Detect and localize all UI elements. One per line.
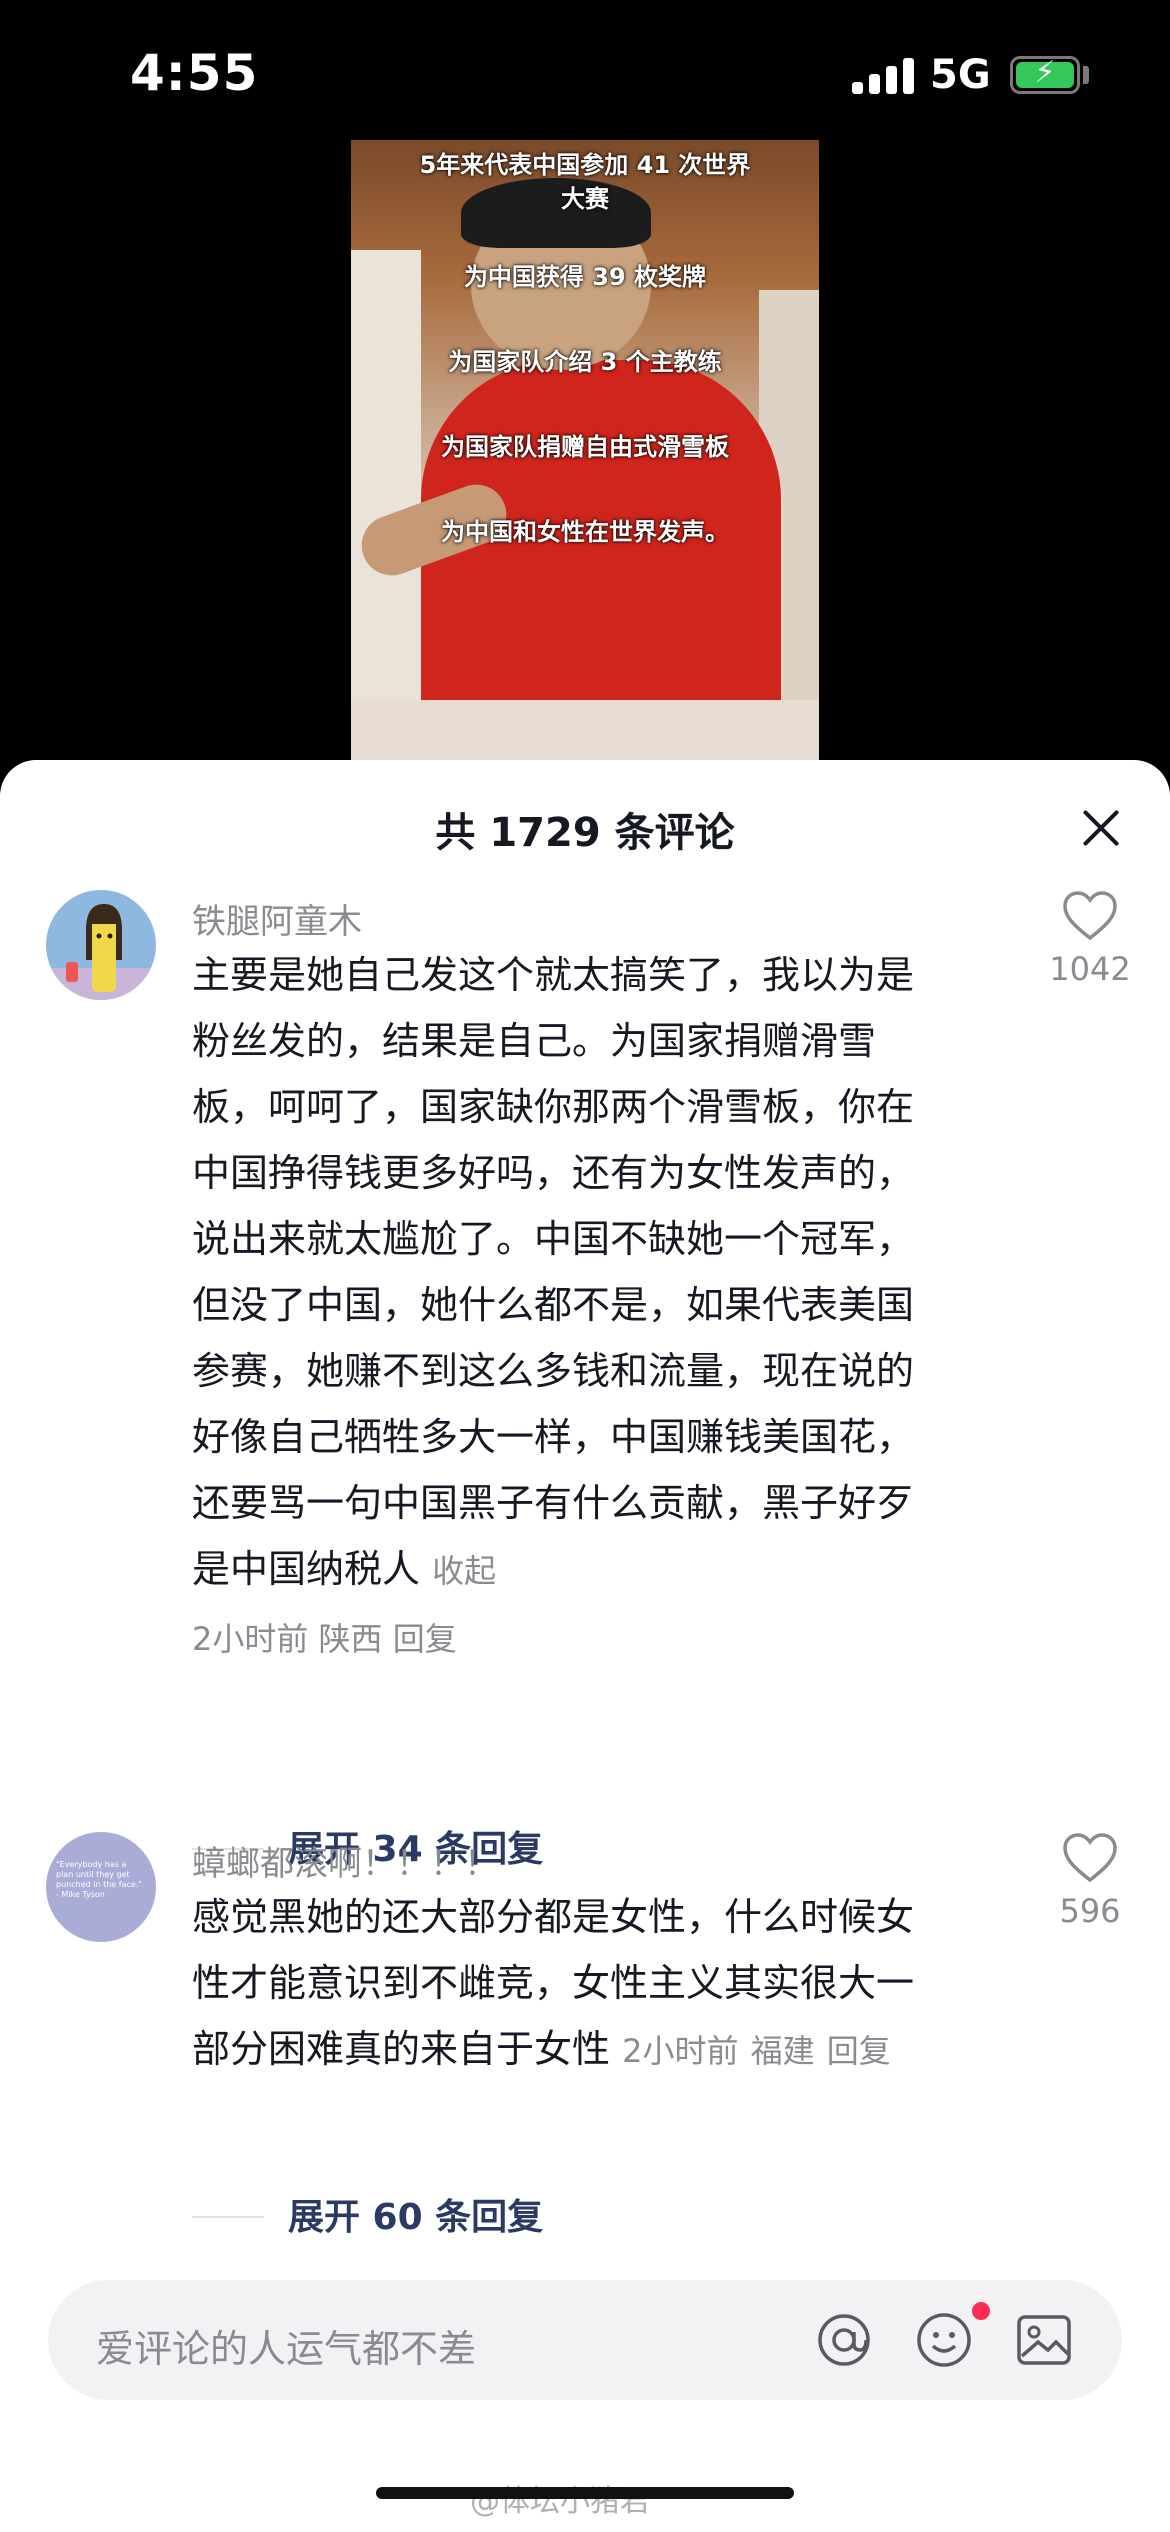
comment-line: 感觉黑她的还大部分都是女性，什么时候女 <box>192 1895 915 1939</box>
battery-icon: ⚡ <box>1010 55 1080 94</box>
collapse-button[interactable]: 收起 <box>432 1552 496 1590</box>
network-type: 5G <box>930 52 991 98</box>
comment-line-last: 是中国纳税人 收起 <box>192 1536 1012 1604</box>
comment-username[interactable]: 蟑螂都滚啊！！！！ <box>192 1836 498 1885</box>
comment-text: 感觉黑她的还大部分都是女性，什么时候女 性才能意识到不雌竞，女性主义其实很大一 … <box>192 1884 1012 2084</box>
expand-replies-button[interactable]: 展开 60 条回复 <box>288 2188 543 2240</box>
status-bar: 4:55 5G ⚡ <box>0 0 1170 140</box>
comment-line: 好像自己牺牲多大一样，中国赚钱美国花， <box>192 1415 915 1459</box>
comment-line: 是中国纳税人 <box>192 1547 421 1591</box>
divider <box>192 2216 264 2218</box>
comment-count-title: 共 1729 条评论 <box>435 810 735 856</box>
like-count: 1042 <box>1049 950 1131 988</box>
emoji-icon[interactable] <box>914 2310 974 2370</box>
video-caption: 为中国获得 39 枚奖牌 <box>463 263 707 291</box>
comment-line: 粉丝发的，结果是自己。为国家捐赠滑雪 <box>192 1019 877 1063</box>
comment-line: 还要骂一句中国黑子有什么贡献，黑子好歹 <box>192 1481 915 1525</box>
video-caption: 为国家队捐赠自由式滑雪板 <box>441 433 729 461</box>
comment-line: 说出来就太尴尬了。中国不缺她一个冠军， <box>192 1217 915 1261</box>
close-icon[interactable] <box>1072 800 1128 856</box>
video-player[interactable]: 5年来代表中国参加 41 次世界 大赛 为中国获得 39 枚奖牌 为国家队介绍 … <box>351 140 819 760</box>
video-floor <box>351 700 819 760</box>
like-count: 596 <box>1059 1892 1121 1930</box>
video-caption: 大赛 <box>561 185 609 213</box>
avatar[interactable]: "Everybody has a plan until they get pun… <box>46 1832 156 1942</box>
comment-line: 中国挣得钱更多好吗，还有为女性发声的， <box>192 1151 915 1195</box>
mention-icon[interactable] <box>814 2310 874 2370</box>
comment-input-bar[interactable]: 爱评论的人运气都不差 <box>48 2280 1122 2400</box>
comment-location: 福建 <box>750 2032 815 2070</box>
comment-username[interactable]: 铁腿阿童木 <box>192 894 362 943</box>
avatar-quote: "Everybody has a plan until they get pun… <box>56 1860 142 1899</box>
comment-line: 参赛，她赚不到这么多钱和流量，现在说的 <box>192 1349 915 1393</box>
signal-icon <box>852 58 916 94</box>
heart-icon[interactable] <box>1062 890 1118 942</box>
reply-button[interactable]: 回复 <box>393 1620 457 1658</box>
avatar[interactable] <box>46 890 156 1000</box>
home-indicator[interactable] <box>376 2487 794 2499</box>
comment-line: 主要是她自己发这个就太搞笑了，我以为是 <box>192 953 915 997</box>
status-time: 4:55 <box>130 44 259 102</box>
comment-text: 主要是她自己发这个就太搞笑了，我以为是 粉丝发的，结果是自己。为国家捐赠滑雪 板… <box>192 942 1012 1672</box>
video-caption: 为国家队介绍 3 个主教练 <box>448 348 722 376</box>
battery-cap <box>1083 66 1089 84</box>
heart-icon[interactable] <box>1062 1832 1118 1884</box>
comment-sheet: 共 1729 条评论 铁腿阿童木 主要是她自己发这个就太搞笑了，我以为是 粉丝发… <box>0 760 1170 2532</box>
comment-time: 2小时前 <box>622 2032 739 2070</box>
comment-line: 性才能意识到不雌竞，女性主义其实很大一 <box>192 1961 915 2005</box>
image-icon[interactable] <box>1014 2310 1074 2370</box>
video-caption: 为中国和女性在世界发声。 <box>441 518 729 546</box>
comment-time: 2小时前 <box>192 1620 309 1658</box>
video-bg-door <box>351 250 421 760</box>
reply-button[interactable]: 回复 <box>827 2032 891 2070</box>
comment-line: 但没了中国，她什么都不是，如果代表美国 <box>192 1283 915 1327</box>
like-button[interactable]: 596 <box>1040 1832 1140 1930</box>
comment-line: 部分困难真的来自于女性 <box>192 2027 611 2071</box>
like-button[interactable]: 1042 <box>1040 890 1140 988</box>
comment-line: 板，呵呵了，国家缺你那两个滑雪板，你在 <box>192 1085 915 1129</box>
notification-dot <box>972 2302 990 2320</box>
comment-input-placeholder[interactable]: 爱评论的人运气都不差 <box>96 2318 476 2373</box>
video-caption: 5年来代表中国参加 41 次世界 <box>419 151 751 179</box>
comment-location: 陕西 <box>318 1620 383 1658</box>
